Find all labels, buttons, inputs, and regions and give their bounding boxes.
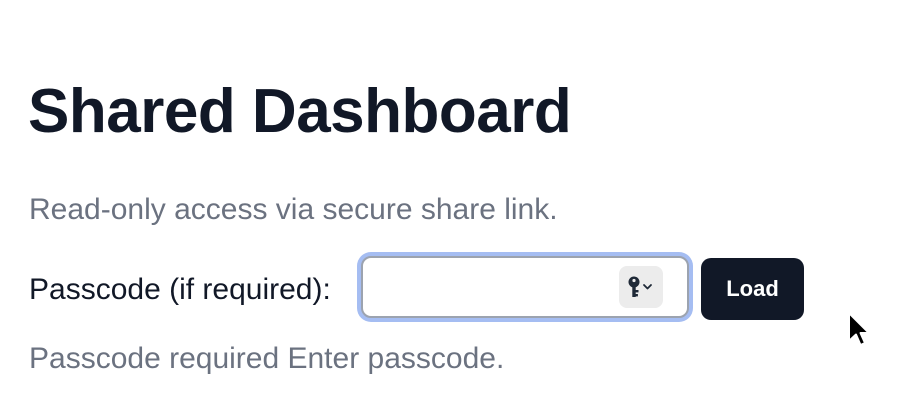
- passcode-row: Passcode (if required): Load: [29, 256, 804, 324]
- passcode-input[interactable]: [363, 258, 619, 316]
- passcode-label: Passcode (if required):: [29, 273, 331, 306]
- chevron-down-icon: [643, 284, 652, 290]
- password-autofill-button[interactable]: [619, 266, 663, 308]
- mouse-cursor-icon: [848, 312, 870, 346]
- passcode-field[interactable]: [361, 256, 689, 318]
- page-title: Shared Dashboard: [28, 77, 572, 146]
- status-message: Passcode required Enter passcode.: [29, 342, 505, 375]
- shared-dashboard-page: Shared Dashboard Read-only access via se…: [0, 0, 912, 408]
- key-icon: [628, 276, 652, 297]
- load-button[interactable]: Load: [701, 258, 804, 320]
- page-subtitle: Read-only access via secure share link.: [29, 193, 558, 226]
